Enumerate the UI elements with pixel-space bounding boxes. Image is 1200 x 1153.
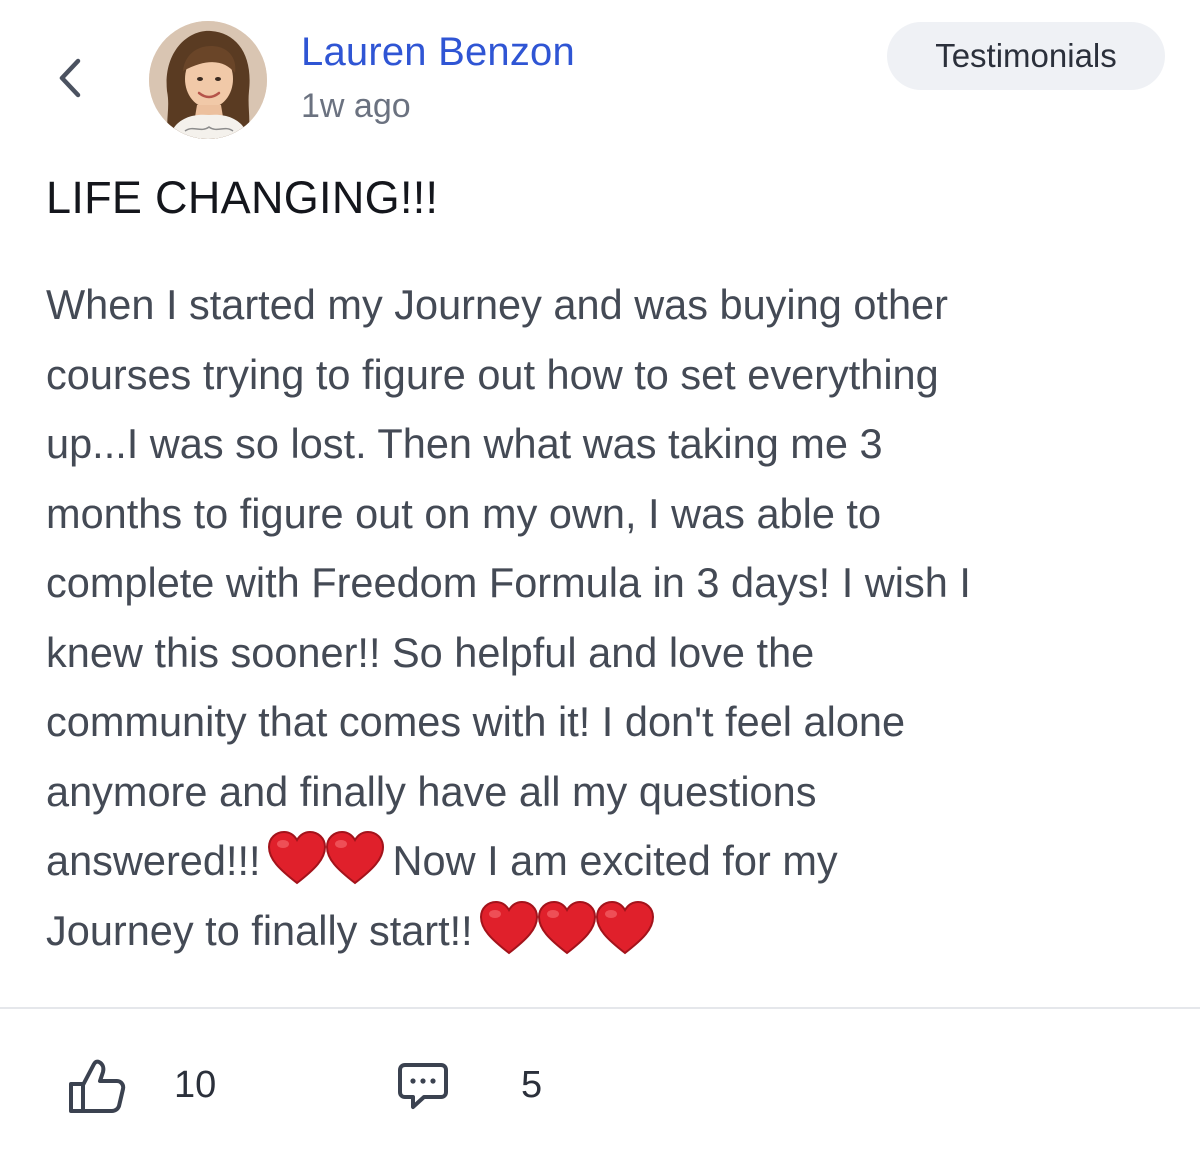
post-time: 1w ago	[301, 87, 411, 125]
category-chip[interactable]: Testimonials	[887, 22, 1165, 90]
body-text: Now I am excited for my	[392, 837, 838, 884]
like-button[interactable]	[66, 1058, 128, 1116]
divider	[0, 1007, 1200, 1009]
heart-icon	[537, 900, 596, 954]
author-name[interactable]: Lauren Benzon	[301, 30, 575, 75]
heart-icon	[267, 831, 326, 885]
hearts-group	[267, 826, 384, 896]
body-text: Journey to finally start!!	[46, 906, 473, 954]
body-line: answered!!! Now I am excited for my	[46, 826, 1176, 896]
comment-bubble-icon	[398, 1063, 448, 1109]
comment-button[interactable]	[398, 1062, 448, 1115]
like-count: 10	[174, 1064, 217, 1106]
body-line: knew this sooner!! So helpful and love t…	[46, 628, 815, 676]
hearts-group	[479, 896, 654, 966]
chevron-left-icon	[59, 58, 81, 98]
heart-icon	[479, 900, 538, 954]
body-line: community that comes with it! I don't fe…	[46, 698, 906, 745]
avatar[interactable]	[149, 21, 267, 139]
body-text: answered!!!	[46, 837, 261, 884]
avatar-photo	[149, 21, 267, 139]
heart-icon	[325, 831, 384, 885]
body-line: Journey to finally start!!	[46, 896, 1176, 966]
body-line: courses trying to figure out how to set …	[46, 350, 939, 398]
back-button[interactable]	[44, 48, 96, 108]
body-line: complete with Freedom Formula in 3 days!…	[46, 559, 971, 606]
post-body: When I started my Journey and was buying…	[46, 270, 1176, 965]
comment-count: 5	[521, 1064, 543, 1106]
body-line: anymore and finally have all my question…	[46, 767, 817, 815]
body-line: When I started my Journey and was buying…	[46, 281, 948, 328]
post-title: LIFE CHANGING!!!	[46, 172, 439, 223]
body-line: months to figure out on my own, I was ab…	[46, 489, 882, 537]
heart-icon	[595, 900, 654, 954]
body-line: up...I was so lost. Then what was taking…	[46, 420, 883, 467]
thumbs-up-icon	[69, 1059, 126, 1113]
